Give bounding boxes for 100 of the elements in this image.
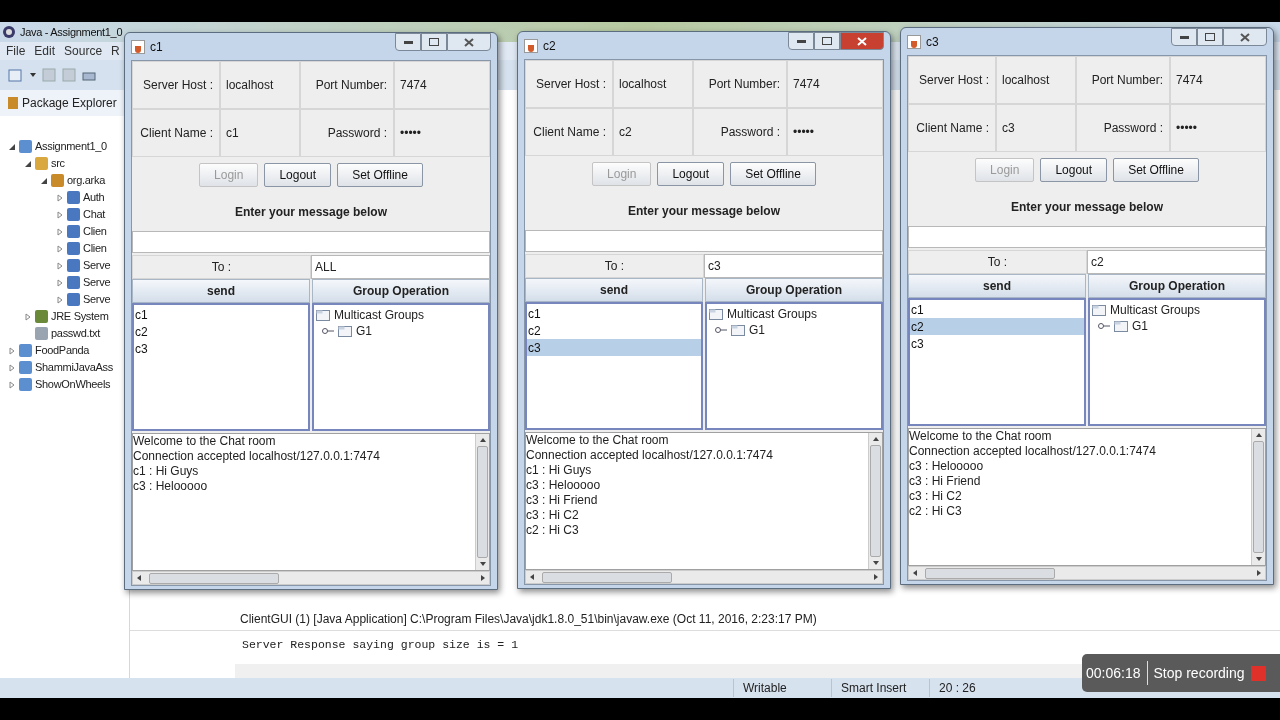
collapsed-arrow-icon[interactable] — [56, 210, 64, 219]
client-list-item[interactable]: c2 — [527, 322, 701, 339]
message-field[interactable] — [908, 226, 1266, 248]
maximize-button[interactable] — [421, 33, 447, 51]
message-field[interactable] — [525, 230, 883, 252]
field-value[interactable]: 7474 — [793, 75, 820, 93]
window-button[interactable]: Set Offline — [337, 163, 423, 187]
password-value[interactable]: ••••• — [793, 123, 814, 141]
window-button[interactable]: Logout — [1040, 158, 1108, 182]
minimize-button[interactable] — [788, 32, 814, 50]
client-list-item[interactable]: c3 — [134, 340, 308, 357]
tree-item[interactable]: Multicast Groups — [727, 305, 818, 323]
send-button[interactable]: send — [908, 274, 1086, 298]
tree-item[interactable]: Auth — [83, 189, 105, 206]
client-list-item[interactable]: c2 — [134, 323, 308, 340]
dropdown-caret-icon[interactable] — [30, 73, 36, 77]
expanded-arrow-icon[interactable] — [40, 176, 48, 185]
tree-item[interactable]: Serve — [83, 274, 111, 291]
scroll-right-icon[interactable] — [481, 575, 485, 581]
maximize-button[interactable] — [1197, 28, 1223, 46]
maximize-button[interactable] — [814, 32, 840, 50]
collapsed-arrow-icon[interactable] — [8, 380, 16, 389]
scroll-down-icon[interactable] — [479, 562, 486, 566]
menu-item[interactable]: Source — [64, 42, 103, 60]
close-button[interactable] — [840, 32, 884, 50]
tree-item[interactable]: Chat — [83, 206, 106, 223]
window-button[interactable]: Logout — [657, 162, 725, 186]
client-list-item[interactable]: c1 — [134, 306, 308, 323]
collapsed-arrow-icon[interactable] — [56, 261, 64, 270]
scroll-left-icon[interactable] — [137, 575, 141, 581]
collapsed-arrow-icon[interactable] — [56, 244, 64, 253]
expanded-arrow-icon[interactable] — [24, 159, 32, 168]
scroll-left-icon[interactable] — [913, 570, 917, 576]
send-button[interactable]: send — [525, 278, 703, 302]
close-button[interactable] — [447, 33, 491, 51]
field-value[interactable]: c2 — [619, 123, 632, 141]
send-button[interactable]: send — [132, 279, 310, 303]
scroll-right-icon[interactable] — [874, 574, 878, 580]
collapsed-arrow-icon[interactable] — [8, 363, 16, 372]
recipient-field[interactable]: c3 — [704, 254, 883, 278]
collapsed-arrow-icon[interactable] — [24, 312, 32, 321]
collapsed-handle-icon[interactable] — [1098, 322, 1110, 330]
expanded-arrow-icon[interactable] — [8, 142, 16, 151]
field-value[interactable]: 7474 — [1176, 71, 1203, 89]
scroll-right-icon[interactable] — [1257, 570, 1261, 576]
recipient-field[interactable]: ALL — [311, 255, 490, 279]
collapsed-arrow-icon[interactable] — [8, 346, 16, 355]
tree-item[interactable]: Clien — [83, 223, 107, 240]
tree-item[interactable]: G1 — [749, 321, 765, 339]
tree-item[interactable]: Multicast Groups — [334, 306, 425, 324]
tree-item[interactable]: FoodPanda — [35, 342, 90, 359]
message-field[interactable] — [132, 231, 490, 253]
tree-item[interactable]: ShammiJavaAss — [35, 359, 113, 376]
collapsed-arrow-icon[interactable] — [56, 227, 64, 236]
collapsed-arrow-icon[interactable] — [56, 295, 64, 304]
horizontal-scrollbar[interactable] — [525, 570, 883, 584]
collapsed-handle-icon[interactable] — [322, 327, 334, 335]
client-list-item[interactable]: c3 — [527, 339, 701, 356]
client-list-item[interactable]: c1 — [910, 301, 1084, 318]
group-operation-button[interactable]: Group Operation — [705, 278, 883, 302]
horizontal-scrollbar[interactable] — [132, 571, 490, 585]
tree-item[interactable]: org.arka — [67, 172, 105, 189]
collapsed-arrow-icon[interactable] — [56, 278, 64, 287]
tree-item[interactable]: Multicast Groups — [1110, 301, 1201, 319]
tree-item[interactable]: Serve — [83, 291, 111, 308]
group-operation-button[interactable]: Group Operation — [312, 279, 490, 303]
vertical-scrollbar[interactable] — [868, 433, 882, 569]
tree-item[interactable]: Assignment1_0 — [35, 138, 107, 155]
scroll-down-icon[interactable] — [872, 561, 879, 565]
scroll-up-icon[interactable] — [872, 437, 879, 441]
close-button[interactable] — [1223, 28, 1267, 46]
tree-item[interactable]: ShowOnWheels — [35, 376, 111, 393]
menu-item[interactable]: R — [111, 42, 120, 60]
field-value[interactable]: 7474 — [400, 76, 427, 94]
password-value[interactable]: ••••• — [400, 124, 421, 142]
tree-item[interactable]: JRE System — [51, 308, 109, 325]
scroll-down-icon[interactable] — [1255, 557, 1262, 561]
minimize-button[interactable] — [395, 33, 421, 51]
recipient-field[interactable]: c2 — [1087, 250, 1266, 274]
tree-item[interactable]: passwd.txt — [51, 325, 100, 342]
window-button[interactable]: Logout — [264, 163, 332, 187]
client-list-item[interactable]: c1 — [527, 305, 701, 322]
menu-item[interactable]: File — [6, 42, 26, 60]
tree-item[interactable]: Serve — [83, 257, 111, 274]
client-list-item[interactable]: c3 — [910, 335, 1084, 352]
scroll-up-icon[interactable] — [479, 438, 486, 442]
password-value[interactable]: ••••• — [1176, 119, 1197, 137]
field-value[interactable]: c3 — [1002, 119, 1015, 137]
scroll-left-icon[interactable] — [530, 574, 534, 580]
client-list-item[interactable]: c2 — [910, 318, 1084, 335]
window-button[interactable]: Set Offline — [1113, 158, 1199, 182]
minimize-button[interactable] — [1171, 28, 1197, 46]
menu-item[interactable]: Edit — [34, 42, 56, 60]
collapsed-arrow-icon[interactable] — [56, 193, 64, 202]
tree-item[interactable]: Clien — [83, 240, 107, 257]
field-value[interactable]: c1 — [226, 124, 239, 142]
tree-item[interactable]: G1 — [356, 322, 372, 340]
window-button[interactable]: Set Offline — [730, 162, 816, 186]
stop-recording-button[interactable]: Stop recording — [1153, 662, 1245, 684]
collapsed-handle-icon[interactable] — [715, 326, 727, 334]
